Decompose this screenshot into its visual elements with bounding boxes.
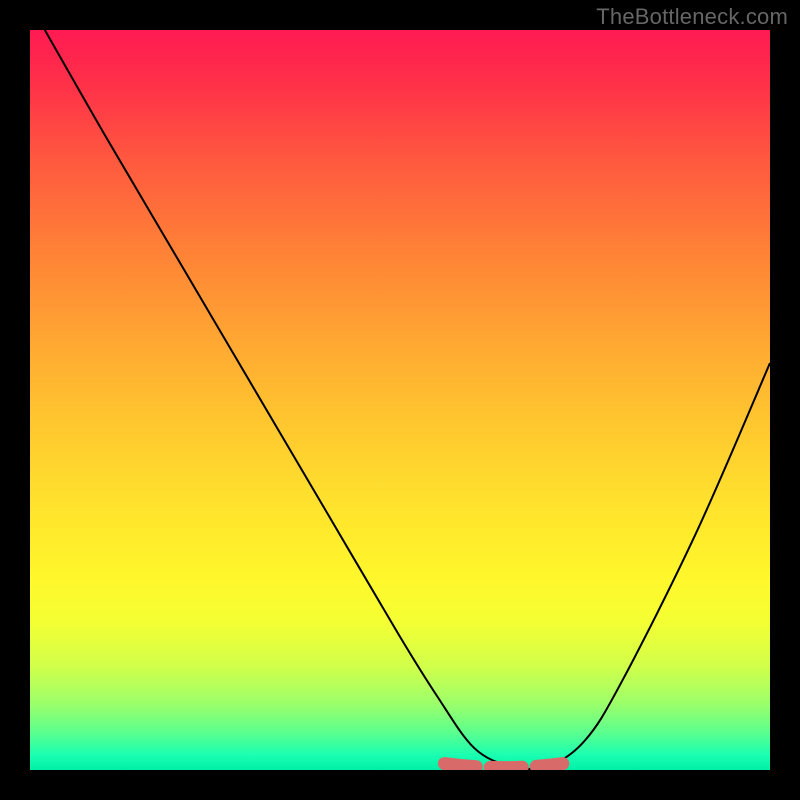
chart-frame: TheBottleneck.com bbox=[0, 0, 800, 800]
watermark-text: TheBottleneck.com bbox=[596, 4, 788, 30]
plot-area bbox=[30, 30, 770, 770]
flat-band-path bbox=[444, 764, 562, 768]
bottleneck-curve bbox=[30, 30, 770, 770]
curve-path bbox=[45, 30, 770, 769]
